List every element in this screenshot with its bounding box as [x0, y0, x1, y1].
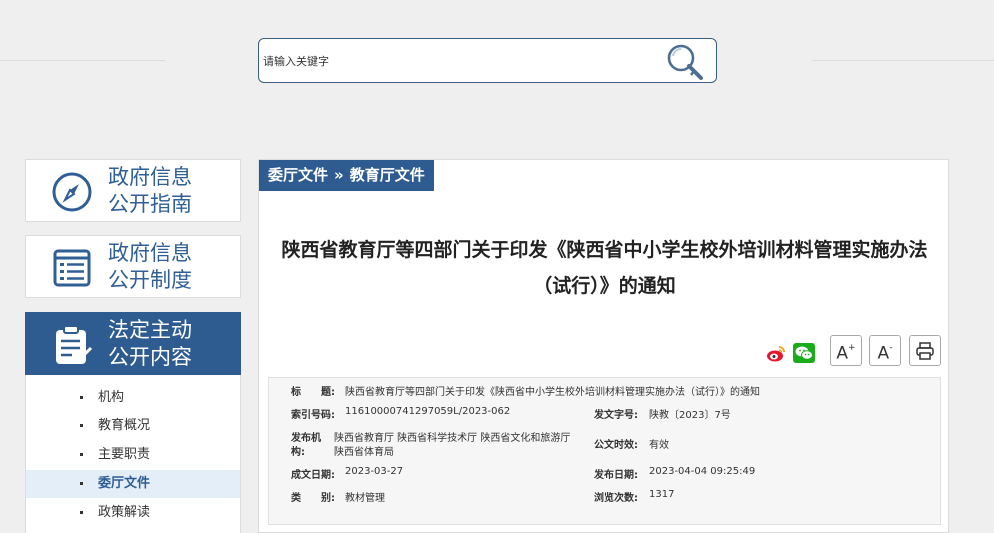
sidebar-item-overview[interactable]: 教育概况 — [26, 412, 240, 440]
info-created-label: 成文日期: — [291, 470, 335, 481]
sidebar-card-content[interactable]: 法定主动 公开内容 — [25, 312, 241, 375]
sidebar-card-system[interactable]: 政府信息 公开制度 — [25, 235, 241, 298]
search-input[interactable] — [263, 51, 643, 71]
wechat-icon[interactable] — [793, 343, 815, 363]
font-increase-button[interactable]: A+ — [830, 335, 862, 366]
bullet-icon — [80, 453, 83, 456]
breadcrumb: 委厅文件 » 教育厅文件 — [259, 160, 434, 191]
compass-icon — [52, 172, 92, 212]
document-info-panel: 标 题: 陕西省教育厅等四部门关于印发《陕西省中小学生校外培训材料管理实施办法（… — [268, 377, 941, 525]
sidebar-item-documents[interactable]: 委厅文件 — [26, 470, 240, 498]
header-divider-right — [812, 60, 994, 61]
sidebar-card-label: 政府信息 公开指南 — [108, 165, 192, 216]
info-created-value: 2023-03-27 — [345, 466, 404, 477]
bullet-icon — [80, 424, 83, 427]
bullet-icon — [80, 396, 83, 399]
info-views-value: 1317 — [649, 489, 675, 500]
info-validity-label: 公文时效: — [594, 440, 638, 451]
info-issuer-value: 陕西省教育厅 陕西省科学技术厅 陕西省文化和旅游厅 — [334, 433, 571, 444]
sidebar-submenu: 机构 教育概况 主要职责 委厅文件 政策解读 — [25, 375, 241, 533]
info-issuer-value-cont: 陕西省体育局 — [334, 447, 394, 458]
search-icon — [667, 44, 703, 80]
sidebar-item-duties[interactable]: 主要职责 — [26, 441, 240, 469]
breadcrumb-separator: » — [334, 166, 344, 184]
search-box — [258, 38, 717, 83]
sidebar-card-guide[interactable]: 政府信息 公开指南 — [25, 159, 241, 222]
sidebar-item-agency[interactable]: 机构 — [26, 384, 240, 412]
info-category-label: 类 别: — [291, 493, 335, 504]
clipboard-icon — [56, 325, 93, 364]
bullet-icon — [80, 511, 83, 514]
info-validity-value: 有效 — [649, 440, 669, 451]
list-doc-icon — [53, 249, 91, 287]
header-divider-left — [0, 60, 165, 61]
info-published-label: 发布日期: — [594, 470, 638, 481]
info-docno-label: 发文字号: — [594, 410, 638, 421]
sidebar-card-label: 政府信息 公开制度 — [108, 241, 192, 292]
info-category-value: 教材管理 — [345, 493, 385, 504]
sidebar-item-interpretation[interactable]: 政策解读 — [26, 499, 240, 527]
info-views-label: 浏览次数: — [594, 493, 638, 504]
print-button[interactable] — [909, 335, 941, 366]
print-icon — [916, 342, 934, 360]
info-published-value: 2023-04-04 09:25:49 — [649, 466, 756, 477]
bullet-icon — [80, 482, 83, 485]
breadcrumb-link-documents[interactable]: 委厅文件 — [268, 166, 328, 184]
font-decrease-button[interactable]: A- — [869, 335, 901, 366]
page-title: 陕西省教育厅等四部门关于印发《陕西省中小学生校外培训材料管理实施办法 （试行）》… — [281, 239, 928, 297]
info-index-value: 11610000741297059L/2023-062 — [345, 406, 511, 417]
search-button[interactable] — [664, 42, 706, 82]
sidebar-card-label: 法定主动 公开内容 — [108, 318, 192, 369]
info-issuer-label: 发布机 — [291, 433, 321, 444]
weibo-icon[interactable] — [765, 343, 787, 363]
main-content: 委厅文件 » 教育厅文件 陕西省教育厅等四部门关于印发《陕西省中小学生校外培训材料管… — [258, 159, 949, 533]
info-title-value: 陕西省教育厅等四部门关于印发《陕西省中小学生校外培训材料管理实施办法（试行）》的… — [345, 387, 760, 398]
info-docno-value: 陕教〔2023〕7号 — [649, 410, 731, 421]
breadcrumb-link-edu-documents[interactable]: 教育厅文件 — [350, 166, 425, 184]
info-title-label: 标 题: — [291, 387, 335, 398]
info-index-label: 索引号码: — [291, 410, 335, 421]
info-issuer-label-cont: 构: — [291, 447, 305, 458]
